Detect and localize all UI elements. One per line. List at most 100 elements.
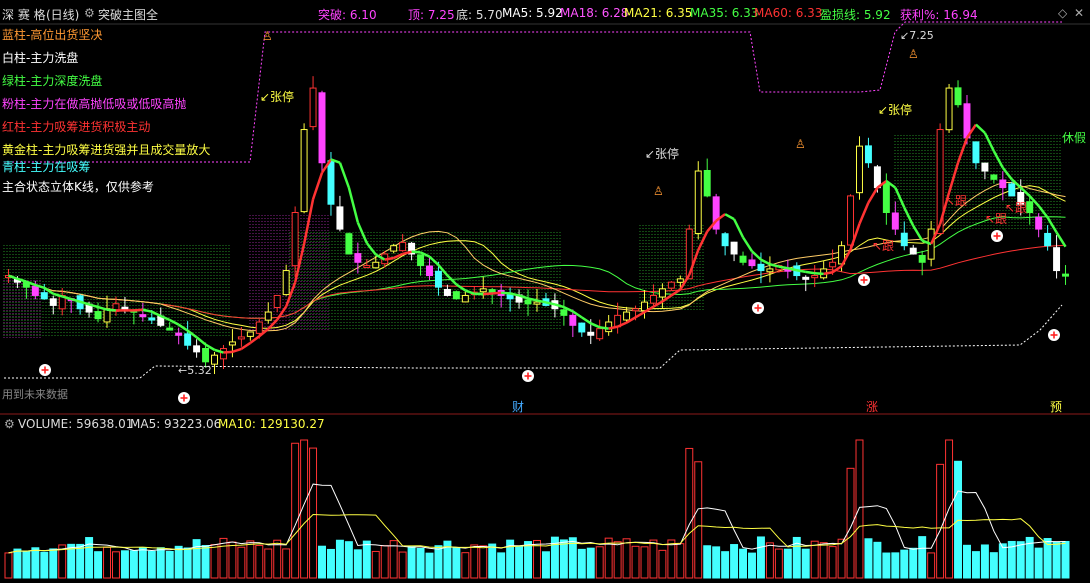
volume-bar (658, 549, 667, 579)
volume-label: VOLUME: 59638.01 (18, 417, 134, 431)
volume-panel (4, 439, 1070, 579)
candle-body (219, 348, 227, 360)
volume-bar (380, 545, 389, 579)
ma5-line (992, 150, 1004, 169)
ma5-line (411, 250, 421, 254)
volume-bar (873, 541, 882, 579)
candle-body (757, 263, 765, 272)
header-item-ding: 顶: 7.25 (408, 8, 455, 22)
volume-bar (613, 541, 622, 579)
candle-body (363, 265, 371, 269)
volume-bar (129, 550, 138, 579)
candle-body (605, 321, 613, 333)
marker-zhang: 涨 (866, 399, 878, 414)
candle-body (31, 285, 39, 296)
header-item-ma60: MA60: 6.33 (754, 6, 823, 20)
candle-body (452, 291, 460, 300)
volume-bar (891, 552, 900, 579)
stock-name[interactable]: 深 赛 格 (2, 6, 46, 23)
ma5-line (1001, 166, 1013, 181)
volume-header: ⚙ VOLUME: 59638.01 MA5: 93223.06 MA10: 1… (0, 414, 1090, 432)
ma5-line (177, 323, 189, 332)
candle-body (399, 241, 407, 252)
ma5-line (483, 292, 493, 296)
candle-body (318, 92, 326, 164)
candle-body (1062, 273, 1069, 277)
volume-bar (13, 548, 22, 579)
ma5-line (393, 252, 404, 260)
candle-body (560, 309, 568, 316)
volume-bar (335, 539, 344, 579)
candle-body (184, 333, 192, 346)
volume-bar (291, 442, 300, 579)
header-item-ma18: MA18: 6.28 (560, 6, 629, 20)
volume-bar (362, 540, 371, 579)
volume-bar (963, 544, 971, 579)
ma5-line (1046, 216, 1058, 234)
volume-ma10: MA10: 129130.27 (218, 417, 325, 431)
header-item-tupo: 突破: 6.10 (318, 8, 377, 22)
volume-bar (461, 552, 470, 579)
settings-icon[interactable]: ⚙ (4, 417, 15, 431)
candle-body (909, 247, 917, 255)
candle-body (211, 354, 218, 365)
volume-bar (936, 463, 945, 579)
period-label[interactable]: (日线) (46, 6, 79, 23)
volume-bar (1061, 540, 1070, 579)
volume-ma5: MA5: 93223.06 (130, 417, 222, 431)
candle-body (873, 166, 881, 189)
candle-body (847, 195, 855, 246)
volume-bar (22, 550, 31, 579)
ma5-line (1037, 205, 1049, 219)
volume-bar (819, 542, 828, 579)
volume-bar (739, 548, 748, 579)
chart-canvas: ↙张停↙张停↙张停↖跟↖跟↖跟↖跟休假↙7.25←5.32用到未来数据财涨预♙♙… (0, 21, 1090, 579)
ma5-line (223, 350, 233, 354)
candle-body (237, 336, 245, 340)
ma5-line (947, 162, 960, 193)
ma5-line (894, 187, 906, 209)
volume-bar (201, 545, 210, 579)
candle-body (990, 174, 998, 180)
close-icon[interactable]: ✕ (1074, 6, 1084, 20)
candle-body (900, 232, 908, 247)
candle-body (569, 314, 577, 326)
settings-icon[interactable]: ⚙ (84, 6, 95, 20)
candle-body (632, 308, 640, 312)
candle-body (443, 288, 451, 296)
volume-bar (541, 551, 550, 579)
top-price-label: ↙7.25 (900, 29, 934, 42)
candle-body (282, 270, 290, 296)
ma5-line (724, 213, 735, 221)
volume-bar (407, 546, 416, 579)
ma5-line (428, 255, 440, 266)
candle-body (336, 206, 344, 230)
gen-label: ↖跟 (872, 239, 894, 253)
ma5-line (814, 271, 824, 276)
volume-bar (470, 544, 479, 579)
volume-bar (721, 551, 730, 579)
ma5-line (492, 291, 502, 295)
vol-ma10-line (8, 513, 1066, 554)
volume-bar (649, 539, 658, 579)
volume-bar (237, 546, 246, 579)
legend-item: 青柱-主力在吸筹 (2, 160, 91, 174)
candle-body (372, 261, 380, 269)
volume-bar (183, 547, 192, 579)
volume-bar (971, 551, 980, 579)
candle-body (434, 270, 442, 288)
ma5-line (903, 206, 915, 227)
ma5-line (741, 236, 754, 252)
diamond-icon[interactable]: ◇ (1058, 6, 1067, 20)
candle-body (578, 322, 586, 333)
candle-body (175, 332, 183, 336)
ma5-line (732, 218, 745, 238)
indicator-name[interactable]: 突破主图全 (98, 6, 158, 23)
candle-body (345, 233, 353, 255)
chart-header: 深 赛 格 (日线) ⚙ 突破主图全 突破: 6.10 顶: 7.25 底: 5… (0, 0, 1090, 24)
ma5-line (384, 256, 394, 261)
header-item-ma5: MA5: 5.92 (502, 6, 563, 20)
volume-bar (497, 552, 506, 579)
volume-bar (774, 548, 783, 579)
gen-label: ↖跟 (1005, 201, 1027, 215)
